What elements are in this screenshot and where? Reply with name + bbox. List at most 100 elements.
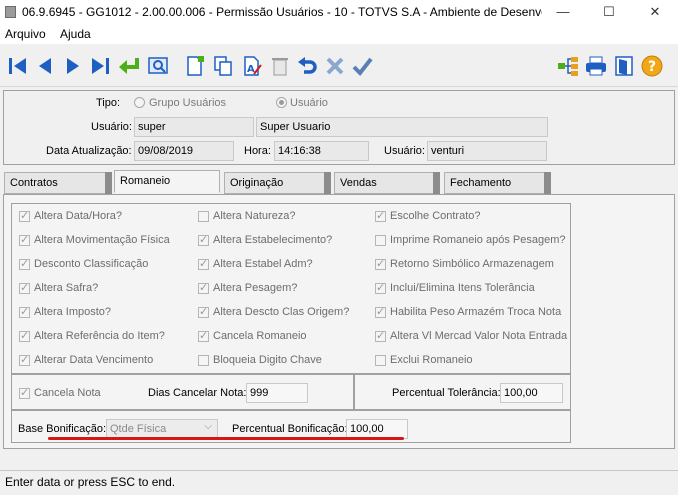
checkbox-col2-3[interactable]: Altera Pesagem?: [198, 281, 297, 294]
hora-field[interactable]: 14:16:38: [274, 141, 369, 161]
percentual-tolerancia-field[interactable]: 100,00: [500, 383, 563, 403]
checkbox-col2-2[interactable]: Altera Estabel Adm?: [198, 257, 313, 270]
checkbox-col1-4[interactable]: Altera Imposto?: [19, 305, 111, 318]
first-icon[interactable]: [6, 54, 30, 78]
checkbox-col1-3[interactable]: Altera Safra?: [19, 281, 99, 294]
checkbox-box: [19, 233, 30, 246]
tab-contratos-label: Contratos: [10, 177, 58, 189]
hora-label: Hora:: [244, 145, 271, 157]
tree-icon[interactable]: [556, 54, 580, 78]
search-icon[interactable]: [146, 54, 170, 78]
menu-bar: Arquivo Ajuda: [0, 24, 678, 44]
cancel-icon[interactable]: [323, 54, 347, 78]
edit-icon[interactable]: A: [240, 54, 264, 78]
tab-vendas[interactable]: Vendas: [334, 172, 440, 194]
checkbox-col3-3[interactable]: Inclui/Elimina Itens Tolerância: [375, 281, 535, 294]
checkbox-col2-4[interactable]: Altera Descto Clas Origem?: [198, 305, 349, 318]
checkbox-col3-0[interactable]: Escolhe Contrato?: [375, 209, 481, 222]
checkbox-label: Altera Safra?: [34, 282, 99, 294]
menu-arquivo[interactable]: Arquivo: [5, 27, 46, 41]
undo-icon[interactable]: [296, 54, 320, 78]
checkbox-label: Altera Vl Mercad Valor Nota Entrada: [390, 330, 568, 342]
checkbox-label: Altera Estabel Adm?: [213, 258, 313, 270]
percentual-tolerancia-label: Percentual Tolerância:: [392, 387, 501, 399]
delete-icon[interactable]: [268, 54, 292, 78]
cancela-nota-label: Cancela Nota: [34, 387, 101, 399]
usuario-label: Usuário:: [91, 121, 132, 133]
radio-usuario[interactable]: [276, 97, 287, 108]
checkbox-col1-1[interactable]: Altera Movimentação Física: [19, 233, 170, 246]
data-atualizacao-field[interactable]: 09/08/2019: [134, 141, 234, 161]
usuario-name-field[interactable]: Super Usuario: [256, 117, 548, 137]
checkbox-box: [19, 257, 30, 270]
checkbox-col2-5[interactable]: Cancela Romaneio: [198, 329, 307, 342]
checkbox-col2-0[interactable]: Altera Natureza?: [198, 210, 296, 222]
checkbox-box: [19, 329, 30, 342]
checkbox-col1-6[interactable]: Alterar Data Vencimento: [19, 353, 154, 366]
checkbox-label: Exclui Romaneio: [390, 354, 473, 366]
checkbox-col3-4[interactable]: Habilita Peso Armazém Troca Nota: [375, 305, 562, 318]
checkbox-label: Altera Referência do Item?: [34, 330, 165, 342]
checkbox-box: [198, 329, 209, 342]
maximize-button[interactable]: ☐: [586, 0, 632, 24]
checkbox-col3-2[interactable]: Retorno Simbólico Armazenagem: [375, 257, 554, 270]
checkbox-col1-0[interactable]: Altera Data/Hora?: [19, 209, 122, 222]
checkbox-col1-5[interactable]: Altera Referência do Item?: [19, 329, 165, 342]
checkbox-box: [375, 354, 386, 366]
tab-originacao-label: Originação: [230, 177, 284, 189]
help-icon[interactable]: ?: [640, 54, 664, 78]
tab-fechamento[interactable]: Fechamento: [444, 172, 551, 194]
exit-icon[interactable]: [612, 54, 636, 78]
base-bonificacao-select[interactable]: Qtde Física ⌵: [106, 419, 218, 439]
checkbox-col3-5[interactable]: Altera Vl Mercad Valor Nota Entrada: [375, 329, 568, 342]
new-icon[interactable]: [183, 54, 207, 78]
usuario-atualizacao-field[interactable]: venturi: [427, 141, 547, 161]
checkbox-box: [198, 305, 209, 318]
tab-vendas-label: Vendas: [340, 177, 377, 189]
tab-romaneio-label: Romaneio: [120, 175, 171, 187]
checkbox-label: Altera Movimentação Física: [34, 234, 170, 246]
radio-usuario-label: Usuário: [290, 97, 328, 109]
toolbar: A ?: [0, 45, 678, 87]
confirm-icon[interactable]: [350, 54, 374, 78]
checkbox-col1-2[interactable]: Desconto Classificação: [19, 257, 148, 270]
checkbox-col3-1[interactable]: Imprime Romaneio após Pesagem?: [375, 234, 565, 246]
radio-grupo-label: Grupo Usuários: [149, 97, 227, 109]
next-icon[interactable]: [61, 54, 85, 78]
checkbox-label: Habilita Peso Armazém Troca Nota: [390, 306, 562, 318]
close-button[interactable]: ✕: [632, 0, 678, 24]
copy-icon[interactable]: [211, 54, 235, 78]
checkbox-label: Alterar Data Vencimento: [34, 354, 154, 366]
last-icon[interactable]: [88, 54, 112, 78]
checkbox-box: [375, 305, 386, 318]
checkbox-label: Escolhe Contrato?: [390, 210, 481, 222]
dias-cancelar-field[interactable]: 999: [246, 383, 308, 403]
percentual-bonificacao-field[interactable]: 100,00: [346, 419, 408, 439]
tab-originacao[interactable]: Originação: [224, 172, 331, 194]
tab-contratos[interactable]: Contratos: [4, 172, 112, 194]
tipo-label: Tipo:: [96, 97, 121, 109]
tab-romaneio[interactable]: Romaneio: [114, 170, 220, 193]
radio-grupo-usuarios[interactable]: [134, 97, 145, 108]
checkbox-box: [19, 281, 30, 294]
usuario-code-field[interactable]: super: [134, 117, 254, 137]
menu-ajuda[interactable]: Ajuda: [60, 27, 91, 41]
checkbox-label: Cancela Romaneio: [213, 330, 307, 342]
goto-icon[interactable]: [117, 54, 141, 78]
prev-icon[interactable]: [33, 54, 57, 78]
checkbox-col3-6[interactable]: Exclui Romaneio: [375, 354, 473, 366]
checkbox-box: [198, 257, 209, 270]
checkbox-box: [198, 233, 209, 246]
checkbox-col2-1[interactable]: Altera Estabelecimento?: [198, 233, 332, 246]
window-title: 06.9.6945 - GG1012 - 2.00.00.006 - Permi…: [22, 5, 542, 19]
minimize-button[interactable]: —: [540, 0, 586, 24]
checkbox-box: [19, 209, 30, 222]
checkbox-box: [198, 354, 209, 366]
svg-text:?: ?: [648, 59, 656, 75]
status-bar: Enter data or press ESC to end.: [0, 470, 678, 495]
checkbox-col2-6[interactable]: Bloqueia Digito Chave: [198, 354, 322, 366]
checkbox-box: [375, 257, 386, 270]
checkbox-box: [375, 209, 386, 222]
print-icon[interactable]: [584, 54, 608, 78]
cancela-nota-checkbox[interactable]: Cancela Nota: [19, 386, 101, 399]
